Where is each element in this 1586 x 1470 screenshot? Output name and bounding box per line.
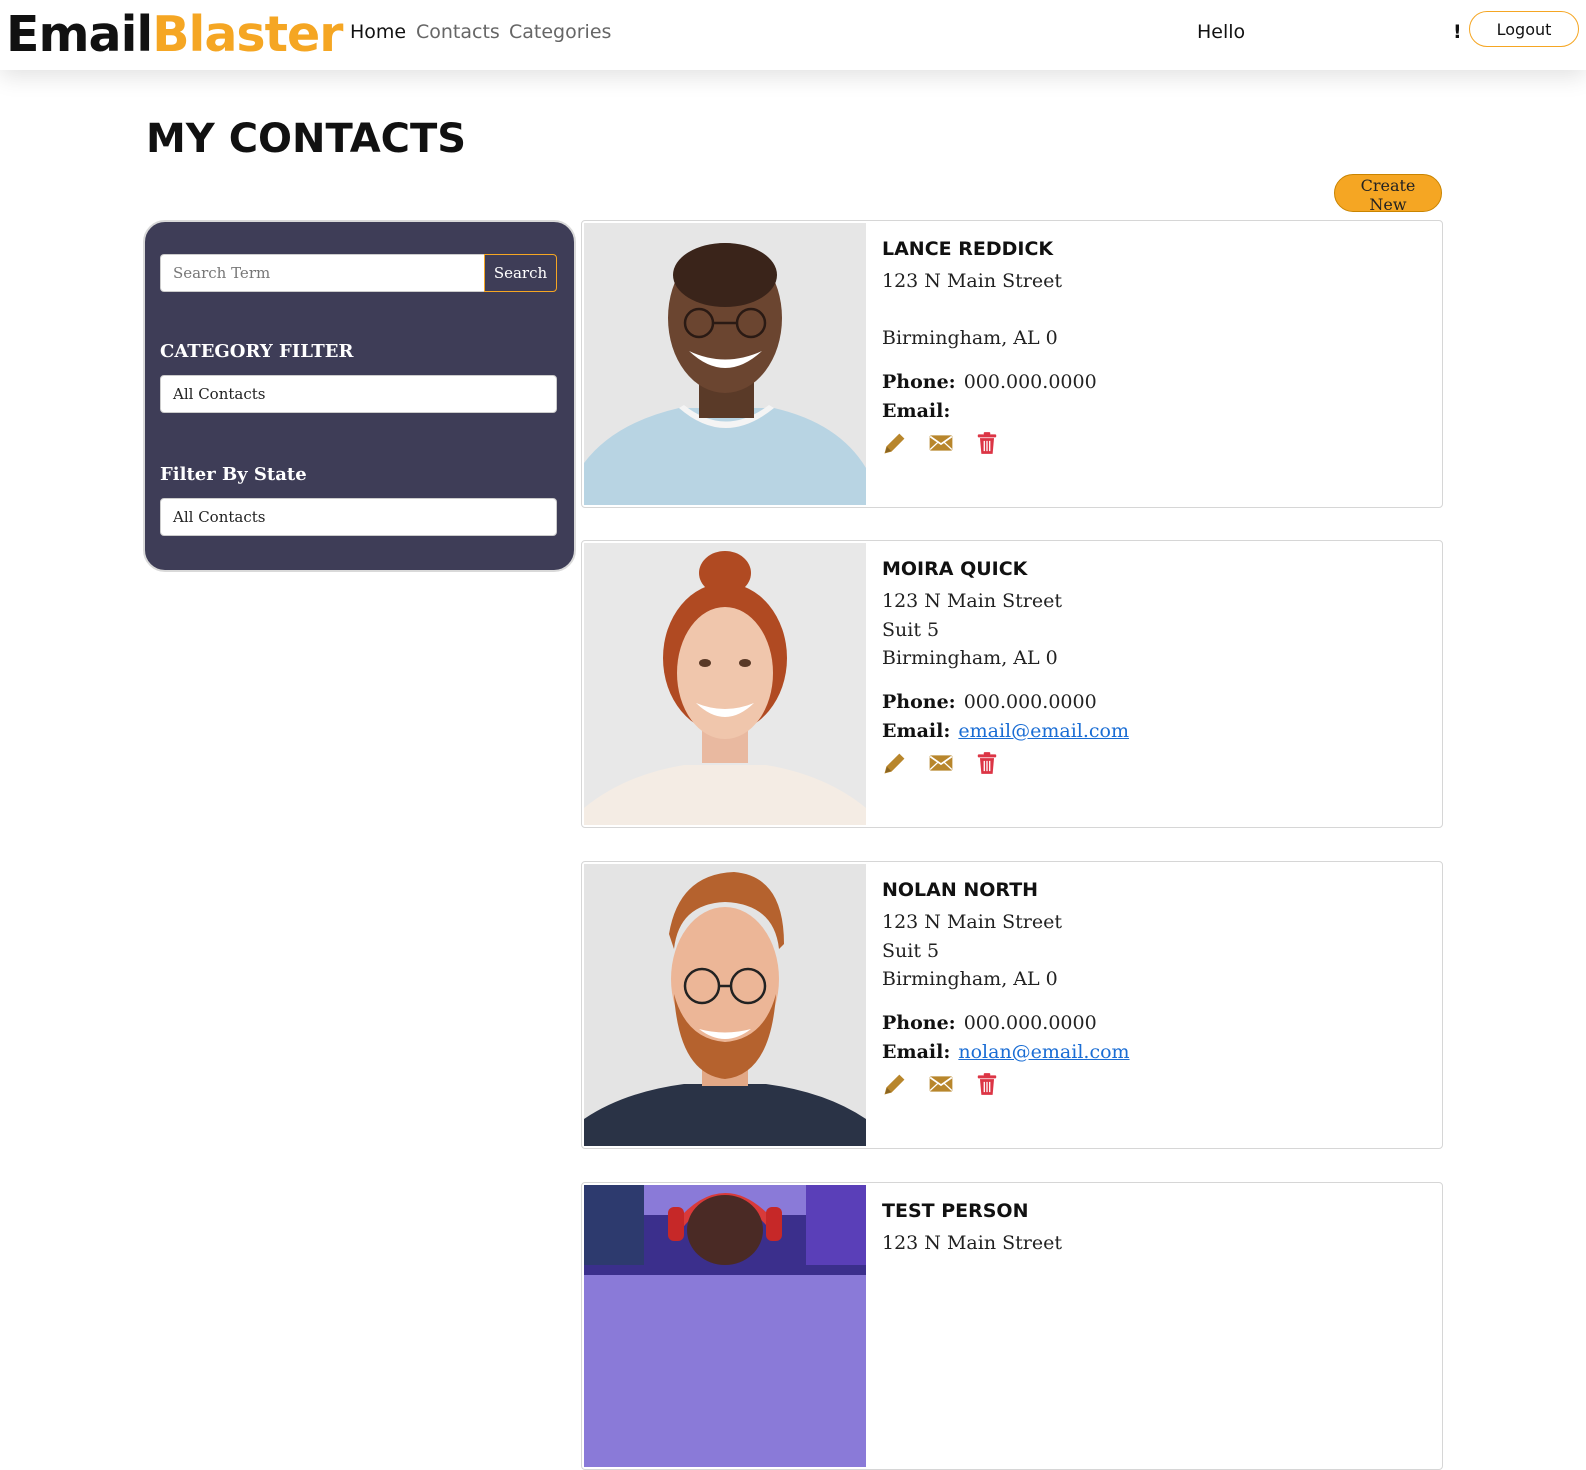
contact-address-line1: 123 N Main Street [882, 911, 1062, 933]
trash-icon[interactable] [974, 750, 1000, 776]
contact-email: Email: nolan@email.com [882, 1041, 1130, 1063]
email-label: Email: [882, 400, 951, 422]
contact-email: Email: email@email.com [882, 720, 1129, 742]
phone-value: 000.000.0000 [963, 1012, 1097, 1034]
contact-actions [882, 430, 1000, 456]
page-title: MY CONTACTS [146, 116, 467, 162]
contact-city-state: Birmingham, AL 0 [882, 647, 1058, 669]
filter-sidebar: Search CATEGORY FILTER All Contacts Filt… [143, 220, 576, 572]
trash-icon[interactable] [974, 430, 1000, 456]
category-filter-select[interactable]: All Contacts [160, 375, 557, 413]
email-label: Email: [882, 720, 951, 742]
phone-label: Phone: [882, 371, 956, 393]
contact-card: TEST PERSON 123 N Main Street [581, 1182, 1443, 1470]
pencil-icon[interactable] [882, 750, 908, 776]
contact-actions [882, 1071, 1000, 1097]
greeting-suffix: ! [1453, 21, 1462, 43]
phone-label: Phone: [882, 1012, 956, 1034]
state-filter-label: Filter By State [160, 464, 307, 485]
contact-city-state: Birmingham, AL 0 [882, 327, 1058, 349]
contact-phone: Phone: 000.000.0000 [882, 691, 1097, 713]
nav-link-contacts[interactable]: Contacts [416, 21, 500, 43]
trash-icon[interactable] [974, 1071, 1000, 1097]
contact-card: MOIRA QUICK 123 N Main Street Suit 5 Bir… [581, 540, 1443, 828]
contact-address-line1: 123 N Main Street [882, 270, 1062, 292]
email-label: Email: [882, 1041, 951, 1063]
pencil-icon[interactable] [882, 1071, 908, 1097]
category-filter-label: CATEGORY FILTER [160, 341, 354, 362]
email-link[interactable]: email@email.com [958, 720, 1129, 742]
contact-actions [882, 750, 1000, 776]
contact-address-line2: Suit 5 [882, 619, 940, 641]
email-link[interactable]: nolan@email.com [958, 1041, 1129, 1063]
brand-logo[interactable]: EmailBlaster [6, 6, 343, 64]
envelope-icon[interactable] [928, 430, 954, 456]
contact-email: Email: [882, 400, 958, 422]
contact-card: LANCE REDDICK 123 N Main Street Birmingh… [581, 220, 1443, 508]
contact-name: TEST PERSON [882, 1200, 1029, 1222]
state-filter-select[interactable]: All Contacts [160, 498, 557, 536]
contact-photo [584, 864, 866, 1146]
contact-name: NOLAN NORTH [882, 879, 1039, 901]
contact-photo [584, 1185, 866, 1467]
contact-city-state: Birmingham, AL 0 [882, 968, 1058, 990]
contact-name: LANCE REDDICK [882, 238, 1054, 260]
contact-phone: Phone: 000.000.0000 [882, 371, 1097, 393]
search-input[interactable] [160, 254, 484, 292]
phone-value: 000.000.0000 [963, 691, 1097, 713]
logo-part-blaster: Blaster [152, 6, 343, 63]
greeting-text: Hello [1197, 21, 1246, 43]
logo-part-email: Email [6, 6, 153, 63]
create-new-button[interactable]: Create New [1334, 174, 1442, 214]
contact-name: MOIRA QUICK [882, 558, 1028, 580]
search-button[interactable]: Search [484, 254, 557, 292]
contact-address-line2: Suit 5 [882, 940, 940, 962]
navbar: EmailBlaster Home Contacts Categories He… [0, 0, 1586, 70]
phone-value: 000.000.0000 [963, 371, 1097, 393]
contact-address-line1: 123 N Main Street [882, 590, 1062, 612]
contact-card: NOLAN NORTH 123 N Main Street Suit 5 Bir… [581, 861, 1443, 1149]
logout-button[interactable]: Logout [1469, 11, 1579, 47]
nav-link-categories[interactable]: Categories [509, 21, 611, 43]
contact-photo [584, 223, 866, 505]
envelope-icon[interactable] [928, 750, 954, 776]
nav-link-home[interactable]: Home [350, 21, 406, 43]
envelope-icon[interactable] [928, 1071, 954, 1097]
phone-label: Phone: [882, 691, 956, 713]
contact-phone: Phone: 000.000.0000 [882, 1012, 1097, 1034]
pencil-icon[interactable] [882, 430, 908, 456]
contact-photo [584, 543, 866, 825]
